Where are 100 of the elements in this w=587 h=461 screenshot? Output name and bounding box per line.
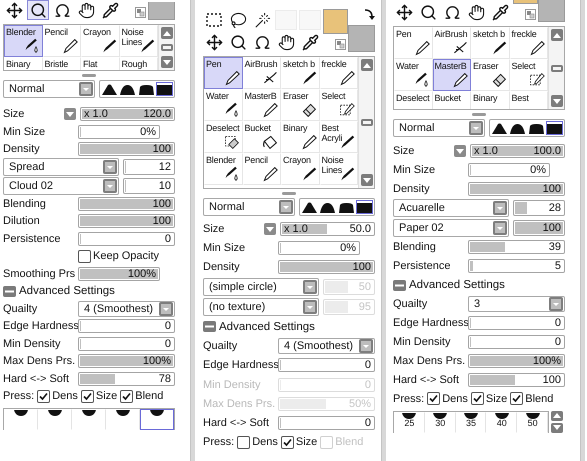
value-slider[interactable]: 39: [468, 240, 565, 254]
brush-tool-button[interactable]: MasterB: [242, 89, 281, 121]
dropdown-arrow-icon[interactable]: [493, 201, 507, 216]
brush-tool-button[interactable]: Best: [510, 91, 548, 109]
brush-tool-button[interactable]: Crayon: [281, 153, 320, 185]
brush-shape-button[interactable]: [156, 82, 173, 96]
checkbox[interactable]: [280, 436, 294, 449]
dropdown-arrow-icon[interactable]: [493, 221, 507, 236]
value-slider[interactable]: 100: [278, 260, 375, 274]
scroll-up-button[interactable]: [551, 410, 563, 421]
brush-shape-button[interactable]: [319, 200, 336, 214]
size-slider[interactable]: x 1.0 100.0: [470, 144, 565, 158]
brush-tool-button[interactable]: Blender: [204, 153, 242, 185]
checkbox[interactable]: [510, 392, 524, 406]
reset-colors-icon[interactable]: [525, 9, 536, 20]
resize-handle[interactable]: [82, 74, 96, 77]
size-multiplier-dropdown[interactable]: [454, 145, 466, 157]
checkbox[interactable]: [470, 392, 484, 406]
value-slider[interactable]: 0: [278, 416, 375, 430]
foreground-color-swatch[interactable]: [323, 9, 348, 34]
value-slider[interactable]: 100%: [468, 354, 565, 368]
value-slider[interactable]: 100: [78, 196, 175, 210]
brush-shape-button[interactable]: [491, 121, 508, 135]
brush-tool-button[interactable]: Bucket: [242, 121, 281, 153]
scroll-down-button[interactable]: [160, 56, 172, 68]
brush-tool-button[interactable]: Blender: [4, 25, 42, 57]
brush-shape-button[interactable]: [528, 121, 545, 135]
value-slider[interactable]: 12: [123, 159, 175, 175]
brush-tool-button[interactable]: freckle: [320, 57, 358, 89]
brush-tool-button[interactable]: Crayon: [81, 25, 120, 57]
brush-tool-button[interactable]: Best Acryli: [320, 121, 358, 153]
brush-shape-button[interactable]: [338, 200, 355, 214]
brush-tool-button[interactable]: MasterB: [432, 59, 471, 91]
value-slider[interactable]: 0: [78, 336, 175, 350]
scroll-up-button[interactable]: [550, 29, 562, 41]
brush-tool-button[interactable]: Eraser: [281, 89, 320, 121]
blend-mode-dropdown[interactable]: Normal: [203, 198, 295, 216]
background-color-swatch[interactable]: [538, 0, 565, 22]
resize-handle[interactable]: [472, 113, 486, 116]
dropdown-arrow-icon[interactable]: [469, 121, 483, 135]
dropdown-arrow-icon[interactable]: [103, 178, 117, 192]
value-slider[interactable]: 100%: [78, 354, 175, 368]
value-slider[interactable]: 0: [468, 316, 565, 330]
dropdown-arrow-icon[interactable]: [279, 200, 293, 214]
quality-dropdown[interactable]: 4 (Smoothest): [78, 300, 175, 316]
brush-shape-button[interactable]: [119, 82, 136, 96]
checkbox[interactable]: [80, 390, 94, 402]
brush-tool-button[interactable]: Pencil: [242, 153, 281, 185]
brush-tool-button[interactable]: Noise Lines: [120, 25, 158, 57]
swap-arrow-icon[interactable]: [364, 8, 375, 21]
scroll-up-button[interactable]: [360, 59, 372, 71]
brush-tool-button[interactable]: freckle: [510, 27, 548, 59]
brush-tool-button[interactable]: AirBrush: [242, 57, 281, 89]
brush-tool-button[interactable]: Flat: [81, 57, 120, 70]
scroll-down-button[interactable]: [550, 95, 562, 107]
checkbox[interactable]: [427, 392, 440, 406]
value-slider[interactable]: 0: [468, 334, 565, 349]
value-slider[interactable]: 100: [78, 214, 175, 228]
tool-button[interactable]: [27, 0, 49, 20]
value-slider[interactable]: 10: [123, 178, 175, 194]
brush-size-button[interactable]: [140, 409, 174, 430]
brush-tool-button[interactable]: sketch b: [281, 57, 320, 89]
option-dropdown[interactable]: Paper 02: [393, 219, 509, 238]
option-dropdown[interactable]: Acuarelle: [393, 199, 509, 218]
brush-tool-button[interactable]: Water: [204, 89, 242, 121]
size-slider[interactable]: x 1.0 120.0: [80, 107, 175, 121]
quality-dropdown[interactable]: 3: [468, 296, 565, 312]
brush-shape-button[interactable]: [138, 82, 155, 96]
value-slider[interactable]: 100: [78, 142, 175, 156]
option-dropdown[interactable]: Spread: [3, 158, 119, 176]
collapse-icon[interactable]: [203, 321, 216, 332]
value-slider[interactable]: 0: [78, 232, 175, 246]
size-multiplier-dropdown[interactable]: [64, 108, 76, 120]
brush-shape-button[interactable]: [546, 121, 563, 135]
dropdown-arrow-icon[interactable]: [79, 82, 93, 96]
value-slider[interactable]: 100: [468, 182, 565, 196]
brush-tool-button[interactable]: AirBrush: [432, 27, 471, 59]
option-dropdown[interactable]: Cloud 02: [3, 176, 119, 194]
blend-mode-dropdown[interactable]: Normal: [393, 119, 485, 137]
quality-dropdown[interactable]: 4 (Smoothest): [278, 338, 375, 354]
value-slider[interactable]: 0: [78, 319, 175, 333]
value-slider[interactable]: 28: [513, 200, 565, 216]
checkbox[interactable]: [37, 390, 50, 402]
brush-tool-button[interactable]: Binary: [471, 91, 510, 109]
brush-shape-button[interactable]: [301, 200, 318, 214]
brush-tool-button[interactable]: Eraser: [471, 59, 510, 91]
brush-shape-button[interactable]: [356, 200, 373, 214]
checkbox[interactable]: [120, 390, 134, 402]
brush-tool-button[interactable]: sketch b: [471, 27, 510, 59]
brush-tool-button[interactable]: Bucket: [432, 91, 471, 109]
brush-tool-button[interactable]: Select: [320, 89, 358, 121]
dropdown-arrow-icon[interactable]: [303, 300, 317, 314]
brush-tool-button[interactable]: Noise Lines: [320, 153, 358, 185]
brush-shape-button[interactable]: [509, 121, 526, 135]
checkbox[interactable]: [78, 250, 91, 262]
value-slider[interactable]: 100: [513, 220, 565, 236]
value-slider[interactable]: 0%: [78, 124, 160, 138]
resize-handle[interactable]: [282, 192, 296, 195]
scroll-up-button[interactable]: [160, 27, 172, 39]
dropdown-arrow-icon[interactable]: [549, 297, 563, 312]
